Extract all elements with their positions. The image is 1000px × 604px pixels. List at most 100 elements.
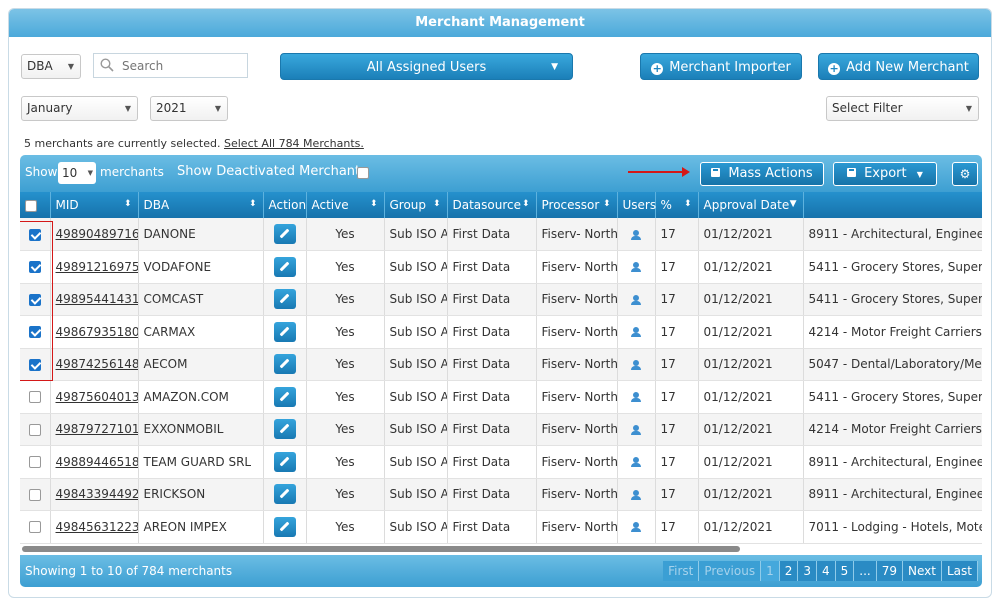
show-label: Show bbox=[25, 165, 58, 179]
mid-cell[interactable]: 498456312235 bbox=[50, 510, 139, 544]
edit-pencil-icon[interactable] bbox=[273, 354, 296, 375]
user-icon[interactable] bbox=[631, 294, 641, 305]
mid-cell[interactable]: 498433944921 bbox=[50, 478, 139, 511]
table-row[interactable]: 498904897169 DANONE Yes Sub ISO A First Data… bbox=[20, 218, 982, 251]
show-deactivated-checkbox[interactable] bbox=[357, 167, 369, 179]
assigned-users-dropdown[interactable]: All Assigned Users ▼ bbox=[280, 53, 573, 80]
dba-select-value: DBA bbox=[27, 59, 53, 73]
row-checkbox-cell bbox=[20, 413, 51, 446]
mid-cell[interactable]: 498756040134 bbox=[50, 380, 139, 414]
page-link-3[interactable]: 3 bbox=[798, 561, 818, 581]
processor-cell: Fiserv- North bbox=[536, 283, 618, 316]
mid-cell[interactable]: 498797271011 bbox=[50, 413, 139, 446]
page-link-last[interactable]: Last bbox=[942, 561, 978, 581]
row-checkbox[interactable] bbox=[28, 488, 41, 501]
edit-pencil-icon[interactable] bbox=[273, 451, 296, 472]
mid-cell[interactable]: 498954414312 bbox=[50, 283, 139, 316]
edit-pencil-icon[interactable] bbox=[273, 484, 296, 505]
user-icon[interactable] bbox=[631, 489, 641, 500]
table-row[interactable]: 498433944921 ERICKSON Yes Sub ISO A First Da… bbox=[20, 478, 982, 511]
row-checkbox[interactable] bbox=[28, 521, 41, 534]
filter-select[interactable]: Select Filter ▼ bbox=[826, 96, 979, 121]
mid-cell[interactable]: 498904897169 bbox=[50, 218, 139, 251]
search-box[interactable] bbox=[93, 53, 248, 78]
users-cell bbox=[617, 250, 656, 284]
user-icon[interactable] bbox=[631, 522, 641, 533]
active-column-header[interactable]: Active ⬍ bbox=[306, 192, 385, 218]
mid-cell[interactable]: 498912169750 bbox=[50, 250, 139, 284]
user-icon[interactable] bbox=[631, 424, 641, 435]
year-select[interactable]: 2021 ▼ bbox=[150, 96, 228, 121]
merchant-importer-button[interactable]: + Merchant Importer bbox=[640, 53, 802, 80]
row-checkbox[interactable] bbox=[28, 423, 41, 436]
add-new-merchant-button[interactable]: + Add New Merchant bbox=[818, 53, 979, 80]
horizontal-scrollbar[interactable] bbox=[22, 546, 740, 552]
datasource-cell: First Data bbox=[447, 315, 537, 349]
select-all-checkbox[interactable] bbox=[25, 199, 37, 212]
user-icon[interactable] bbox=[631, 327, 641, 338]
datasource-cell: First Data bbox=[447, 380, 537, 414]
edit-pencil-icon[interactable] bbox=[273, 516, 296, 537]
user-icon[interactable] bbox=[631, 457, 641, 468]
dba-select[interactable]: DBA ▼ bbox=[21, 54, 81, 79]
mcc-cell: 7011 - Lodging - Hotels, Motels, Resorts bbox=[803, 510, 982, 544]
page-link-next[interactable]: Next bbox=[903, 561, 942, 581]
processor-cell: Fiserv- North bbox=[536, 510, 618, 544]
processor-column-header[interactable]: Processor ⬍ bbox=[536, 192, 618, 218]
export-button[interactable]: Export ▼ bbox=[833, 162, 937, 186]
user-icon[interactable] bbox=[631, 359, 641, 370]
group-cell: Sub ISO A bbox=[384, 250, 448, 284]
select-all-link[interactable]: Select All 784 Merchants. bbox=[224, 137, 364, 150]
percent-cell: 17 bbox=[655, 348, 699, 381]
edit-pencil-icon[interactable] bbox=[273, 386, 296, 407]
edit-pencil-icon[interactable] bbox=[273, 419, 296, 440]
group-column-header[interactable]: Group ⬍ bbox=[384, 192, 448, 218]
mid-cell[interactable]: 498894465187 bbox=[50, 445, 139, 479]
page-size-select[interactable]: 10 ▼ bbox=[58, 162, 96, 184]
approval-date-cell: 01/12/2021 bbox=[698, 380, 804, 414]
month-select[interactable]: January ▼ bbox=[21, 96, 138, 121]
row-checkbox-cell bbox=[20, 445, 51, 479]
percent-column-header[interactable]: % ⬍ bbox=[655, 192, 699, 218]
user-icon[interactable] bbox=[631, 229, 641, 240]
table-row[interactable]: 498894465187 TEAM GUARD SRL Yes Sub ISO A Fi… bbox=[20, 445, 982, 479]
select-all-header[interactable] bbox=[20, 192, 51, 218]
grid-footer: Showing 1 to 10 of 784 merchants First Pr… bbox=[20, 555, 982, 587]
percent-header-label: % bbox=[660, 198, 672, 212]
datasource-cell: First Data bbox=[447, 478, 537, 511]
table-row[interactable]: 498912169750 VODAFONE Yes Sub ISO A First Da… bbox=[20, 250, 982, 284]
page-link-79[interactable]: 79 bbox=[876, 561, 904, 581]
edit-pencil-icon[interactable] bbox=[273, 289, 296, 310]
user-icon[interactable] bbox=[631, 262, 641, 273]
grid-settings-button[interactable]: ⚙ bbox=[952, 162, 978, 186]
table-row[interactable]: 498679351801 CARMAX Yes Sub ISO A First Data… bbox=[20, 315, 982, 349]
group-cell: Sub ISO A bbox=[384, 218, 448, 251]
mid-cell[interactable]: 498679351801 bbox=[50, 315, 139, 349]
dba-cell: AMAZON.COM bbox=[138, 380, 264, 414]
approval-date-column-header[interactable]: Approval Date ▼ bbox=[698, 192, 804, 218]
page-link-2[interactable]: 2 bbox=[779, 561, 799, 581]
page-link-4[interactable]: 4 bbox=[817, 561, 836, 581]
row-checkbox[interactable] bbox=[28, 391, 41, 404]
mass-actions-button[interactable]: Mass Actions bbox=[700, 162, 824, 186]
row-checkbox[interactable] bbox=[28, 456, 41, 469]
table-row[interactable]: 498742561482 AECOM Yes Sub ISO A First Data F… bbox=[20, 348, 982, 381]
active-cell: Yes bbox=[306, 478, 385, 511]
search-icon bbox=[100, 58, 114, 72]
table-row[interactable]: 498954414312 COMCAST Yes Sub ISO A First Dat… bbox=[20, 283, 982, 316]
action-cell bbox=[263, 510, 307, 544]
dba-column-header[interactable]: DBA ⬍ bbox=[138, 192, 264, 218]
page-link-5[interactable]: 5 bbox=[835, 561, 855, 581]
datasource-column-header[interactable]: Datasource ⬍ bbox=[447, 192, 537, 218]
percent-cell: 17 bbox=[655, 218, 699, 251]
mid-cell[interactable]: 498742561482 bbox=[50, 348, 139, 381]
mid-column-header[interactable]: MID ⬍ bbox=[50, 192, 139, 218]
user-icon[interactable] bbox=[631, 392, 641, 403]
table-row[interactable]: 498797271011 EXXONMOBIL Yes Sub ISO A First … bbox=[20, 413, 982, 446]
edit-pencil-icon[interactable] bbox=[273, 224, 296, 244]
table-row[interactable]: 498756040134 AMAZON.COM Yes Sub ISO A First … bbox=[20, 380, 982, 414]
edit-pencil-icon[interactable] bbox=[273, 321, 296, 342]
table-row[interactable]: 498456312235 AREON IMPEX Yes Sub ISO A First… bbox=[20, 510, 982, 544]
edit-pencil-icon[interactable] bbox=[273, 256, 296, 277]
search-input[interactable] bbox=[120, 57, 240, 75]
